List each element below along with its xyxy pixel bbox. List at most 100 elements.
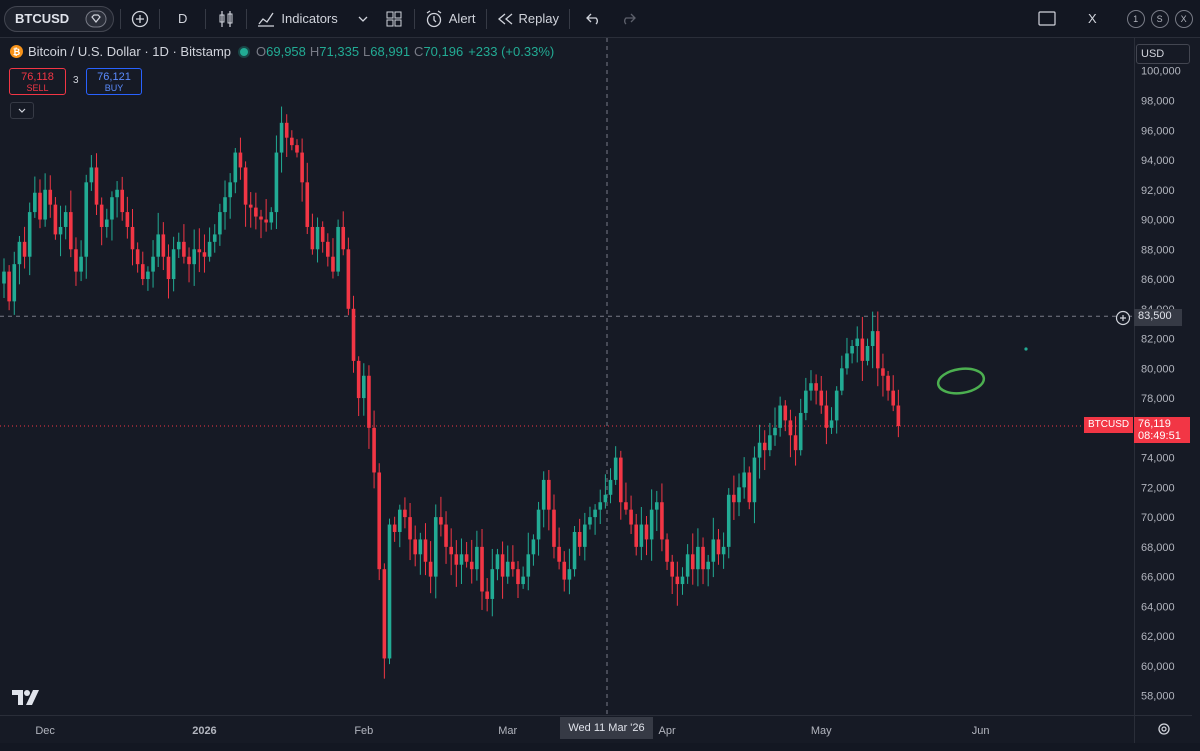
candle-body xyxy=(284,122,289,138)
price-tick-label: 64,000 xyxy=(1141,601,1175,613)
plus-circle-icon[interactable] xyxy=(131,10,149,28)
badge-x-button[interactable]: X xyxy=(1174,9,1193,28)
price-axis-labels: 58,000 60,000 62,000 64,000 66,000 68,000 70,0… xyxy=(1141,66,1181,703)
candle-body xyxy=(567,569,572,580)
candle-body xyxy=(608,479,613,495)
candle-body xyxy=(315,226,320,250)
candle-body xyxy=(680,576,685,585)
crosshair-plus-button[interactable] xyxy=(1115,310,1131,326)
collapse-legend-button[interactable] xyxy=(10,102,34,119)
candle-body xyxy=(696,546,700,570)
candle-body xyxy=(413,539,417,555)
price-tick-label: 68,000 xyxy=(1141,542,1175,554)
candle-body xyxy=(408,517,412,540)
spread-value: 3 xyxy=(73,75,79,86)
candle-body xyxy=(99,204,104,227)
candle-body xyxy=(207,241,212,257)
layouts-icon[interactable] xyxy=(386,11,402,27)
candle-body xyxy=(397,509,402,532)
candle-body xyxy=(444,524,448,547)
interval-button[interactable]: D xyxy=(166,0,199,38)
undo-icon[interactable] xyxy=(586,13,602,25)
candle-body xyxy=(7,271,11,302)
separator xyxy=(159,8,160,29)
candle-body xyxy=(69,212,73,250)
candle-body xyxy=(27,212,32,257)
candle-body xyxy=(726,494,731,547)
candle-body xyxy=(212,234,217,242)
candle-body xyxy=(809,383,813,391)
tradingview-logo-icon[interactable] xyxy=(12,690,40,706)
currency-select[interactable]: USD xyxy=(1136,44,1190,64)
chevron-down-icon[interactable] xyxy=(358,16,368,22)
candle-body xyxy=(248,204,253,208)
candle-body xyxy=(171,249,176,280)
chart-pane[interactable] xyxy=(0,38,1134,715)
fullscreen-icon[interactable] xyxy=(1038,11,1056,26)
indicators-button[interactable]: Indicators xyxy=(253,0,341,38)
redo-icon[interactable] xyxy=(620,13,636,25)
alert-button[interactable]: Alert xyxy=(421,0,480,38)
candle-body xyxy=(48,189,53,205)
candlestick-chart[interactable] xyxy=(0,38,1134,715)
top-toolbar: BTCUSD D Indicators Alert Replay X 1 S X xyxy=(0,0,1200,38)
badge-s-button[interactable]: S xyxy=(1150,9,1169,28)
candle-body xyxy=(259,216,263,220)
candle-body xyxy=(182,241,186,257)
symbol-search-button[interactable]: BTCUSD xyxy=(4,5,114,32)
alert-icon xyxy=(425,9,443,28)
candle-body xyxy=(135,249,140,265)
candle-body xyxy=(583,524,587,547)
separator xyxy=(568,8,570,29)
replay-icon xyxy=(497,13,513,25)
candle-body xyxy=(326,241,330,257)
legend-title[interactable]: Bitcoin / U.S. Dollar · 1D · Bitstamp xyxy=(28,44,231,59)
candle-body xyxy=(439,517,443,525)
candle-body xyxy=(804,390,808,413)
candle-body xyxy=(603,494,608,503)
candle-body xyxy=(367,375,371,428)
candle-body xyxy=(187,256,191,265)
candle-body xyxy=(711,539,716,562)
candle-body xyxy=(860,338,865,361)
sell-price: 76,118 xyxy=(21,70,54,83)
candle-body xyxy=(459,554,464,565)
candle-body xyxy=(881,368,885,376)
separator xyxy=(246,8,248,29)
replay-button[interactable]: Replay xyxy=(493,0,563,38)
ohlc-low-value: 68,991 xyxy=(370,44,411,59)
close-button[interactable]: X xyxy=(1088,0,1097,38)
settings-gear-icon[interactable] xyxy=(1157,722,1171,736)
candle-body xyxy=(58,226,63,235)
ohlc-close-label: C xyxy=(414,44,424,59)
candle-body xyxy=(845,353,849,369)
time-tick-label: Mar xyxy=(498,725,517,737)
buy-button[interactable]: 76,121 BUY xyxy=(86,68,142,95)
ohlc-change: +233 (+0.33%) xyxy=(468,44,555,59)
candle-body xyxy=(547,479,551,510)
candle-body xyxy=(105,219,109,227)
candle-body xyxy=(290,137,294,146)
candle-body xyxy=(865,345,870,361)
candle-body xyxy=(850,345,854,354)
time-tick-label: 2026 xyxy=(192,725,216,737)
candle-body xyxy=(572,531,577,570)
ohlc-high-label: H xyxy=(309,44,320,59)
candle-body xyxy=(125,212,130,227)
candle-body xyxy=(418,539,423,555)
annotation-circle xyxy=(936,367,986,395)
badge-1-button[interactable]: 1 xyxy=(1126,9,1145,28)
crosshair-date-text: Wed 11 Mar '26 xyxy=(568,722,645,734)
candles-icon[interactable] xyxy=(218,10,234,28)
candle-body xyxy=(675,576,680,585)
price-axis[interactable]: 58,000 60,000 62,000 64,000 66,000 68,000 70,0… xyxy=(1134,38,1192,715)
diamond-icon[interactable] xyxy=(85,10,107,28)
candle-body xyxy=(295,145,299,153)
candle-body xyxy=(475,546,479,570)
candle-body xyxy=(721,546,726,555)
candle-body xyxy=(829,420,834,428)
alert-label: Alert xyxy=(448,11,476,26)
candle-body xyxy=(783,405,788,421)
ohlc-open-label: O xyxy=(256,44,267,59)
sell-button[interactable]: 76,118 SELL xyxy=(9,68,66,95)
